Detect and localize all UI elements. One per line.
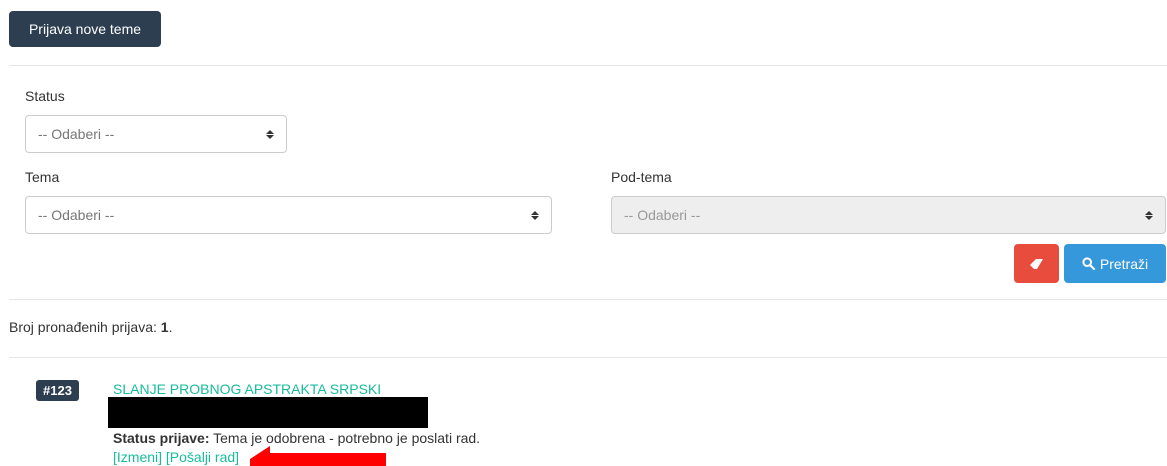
status-label: Status: [25, 88, 65, 104]
result-id-badge: #123: [36, 380, 79, 401]
podtema-select[interactable]: -- Odaberi --: [611, 196, 1166, 234]
result-status: Status prijave: Tema je odobrena - potre…: [113, 430, 480, 446]
search-icon: [1082, 257, 1095, 270]
podtema-label: Pod-tema: [611, 169, 672, 185]
tema-select[interactable]: -- Odaberi --: [25, 196, 552, 234]
select-caret-icon: [266, 129, 274, 139]
search-button-label: Pretraži: [1099, 255, 1149, 272]
podtema-select-value: -- Odaberi --: [624, 207, 701, 223]
results-count-value: 1: [160, 319, 169, 335]
divider: [9, 357, 1167, 358]
divider: [9, 65, 1167, 66]
clear-filters-button[interactable]: [1014, 244, 1059, 283]
divider: [9, 299, 1167, 300]
select-caret-icon: [1145, 210, 1153, 220]
results-count: Broj pronađenih prijava: 1.: [9, 319, 172, 335]
result-status-label: Status prijave:: [113, 430, 210, 446]
tema-select-value: -- Odaberi --: [38, 207, 115, 223]
redaction-box: [108, 397, 428, 428]
search-button[interactable]: Pretraži: [1064, 244, 1166, 283]
send-paper-link[interactable]: [Pošalji rad]: [166, 449, 239, 465]
results-count-suffix: .: [168, 319, 173, 335]
status-select-value: -- Odaberi --: [38, 126, 115, 142]
tema-label: Tema: [25, 169, 60, 185]
result-actions: [Izmeni] [Pošalji rad]: [113, 449, 239, 465]
eraser-icon: [1029, 258, 1043, 269]
result-title-link[interactable]: SLANJE PROBNOG APSTRAKTA SRPSKI: [113, 381, 381, 397]
status-select[interactable]: -- Odaberi --: [25, 115, 287, 153]
results-count-label: Broj pronađenih prijava:: [9, 319, 157, 335]
select-caret-icon: [531, 210, 539, 220]
annotation-arrow-icon: [250, 446, 386, 466]
new-topic-button[interactable]: Prijava nove teme: [9, 11, 161, 47]
edit-link[interactable]: [Izmeni]: [113, 449, 162, 465]
result-status-value: Tema je odobrena - potrebno je poslati r…: [213, 430, 481, 446]
